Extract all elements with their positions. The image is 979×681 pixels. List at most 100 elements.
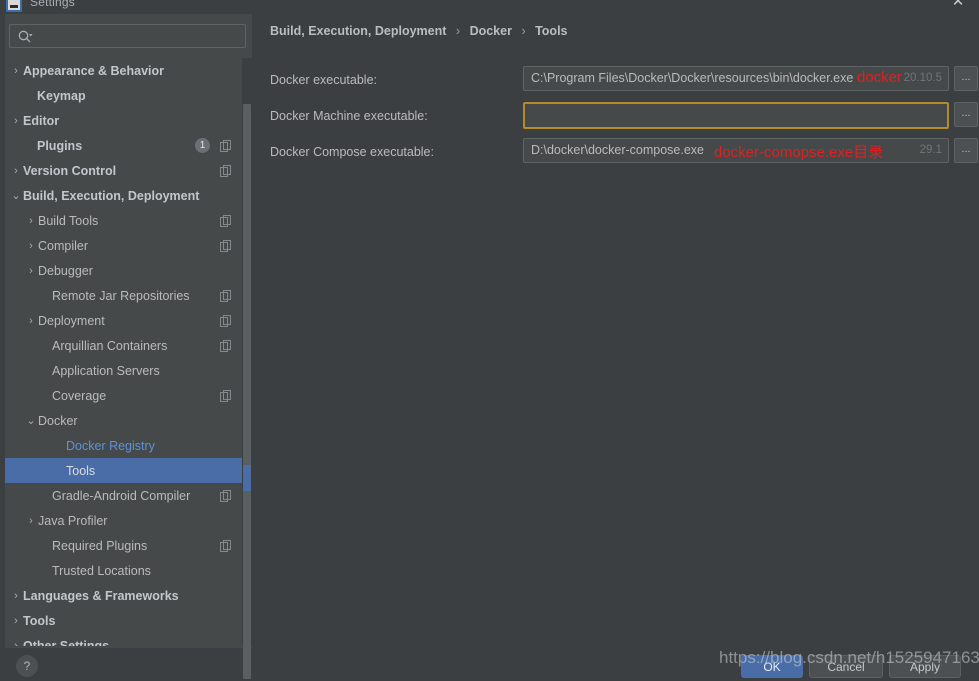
sidebar-item-coverage[interactable]: Coverage xyxy=(5,383,246,408)
sidebar-item-gradle-android-compiler[interactable]: Gradle-Android Compiler xyxy=(5,483,246,508)
copy-settings-icon[interactable] xyxy=(220,239,232,251)
sidebar-item-editor[interactable]: ›Editor xyxy=(5,108,246,133)
sidebar-item-docker-registry[interactable]: Docker Registry xyxy=(5,433,246,458)
chevron-right-icon[interactable]: › xyxy=(24,214,38,228)
copy-settings-icon[interactable] xyxy=(220,289,232,301)
sidebar-item-build-execution-deployment[interactable]: ⌄Build, Execution, Deployment xyxy=(5,183,246,208)
sidebar-item-plugins[interactable]: Plugins 1 xyxy=(5,133,246,158)
copy-settings-icon[interactable] xyxy=(220,539,232,551)
sidebar-item-debugger[interactable]: ›Debugger xyxy=(5,258,246,283)
sidebar-item-trusted-locations[interactable]: Trusted Locations xyxy=(5,558,246,583)
copy-settings-icon[interactable] xyxy=(220,139,232,151)
search-icon xyxy=(17,29,33,45)
chevron-right-icon[interactable]: › xyxy=(24,514,38,528)
copy-settings-icon[interactable] xyxy=(220,339,232,351)
sidebar-item-label: Tools xyxy=(66,464,95,478)
sidebar-item-keymap[interactable]: Keymap xyxy=(5,83,246,108)
copy-settings-icon[interactable] xyxy=(220,314,232,326)
browse-button[interactable]: ... xyxy=(954,138,978,163)
sidebar-item-build-tools[interactable]: ›Build Tools xyxy=(5,208,246,233)
sidebar-item-deployment[interactable]: ›Deployment xyxy=(5,308,246,333)
ok-button[interactable]: OK xyxy=(741,655,803,678)
settings-main-panel: Build, Execution, Deployment › Docker › … xyxy=(252,14,979,648)
sidebar-item-application-servers[interactable]: Application Servers xyxy=(5,358,246,383)
sidebar-item-label: Tools xyxy=(23,614,55,628)
chevron-right-icon[interactable]: › xyxy=(24,314,38,328)
chevron-right-icon[interactable]: › xyxy=(9,614,23,628)
copy-settings-icon[interactable] xyxy=(220,389,232,401)
sidebar-item-label: Trusted Locations xyxy=(52,564,151,578)
breadcrumb-part-1[interactable]: Build, Execution, Deployment xyxy=(270,24,446,38)
sidebar-scrollbar-track[interactable] xyxy=(242,58,252,646)
sidebar-item-java-profiler[interactable]: ›Java Profiler xyxy=(5,508,246,533)
copy-settings-icon[interactable] xyxy=(220,489,232,501)
sidebar-item-version-control[interactable]: ›Version Control xyxy=(5,158,246,183)
browse-button[interactable]: ... xyxy=(954,102,978,127)
chevron-down-icon[interactable]: ⌄ xyxy=(24,414,38,428)
settings-tree[interactable]: ›Appearance & BehaviorKeymap›EditorPlugi… xyxy=(5,58,252,646)
sidebar-item-label: Docker Registry xyxy=(66,439,155,453)
chevron-right-icon[interactable]: › xyxy=(9,639,23,647)
help-button[interactable]: ? xyxy=(16,655,38,677)
sidebar-item-label: Build Tools xyxy=(38,214,98,228)
chevron-right-icon[interactable]: › xyxy=(9,114,23,128)
chevron-right-icon[interactable]: › xyxy=(9,589,23,603)
breadcrumb: Build, Execution, Deployment › Docker › … xyxy=(270,24,568,38)
path-input-value: C:\Program Files\Docker\Docker\resources… xyxy=(531,71,853,85)
sidebar-item-label: Remote Jar Repositories xyxy=(52,289,190,303)
scrollbar-selection-marker xyxy=(243,465,251,491)
sidebar-item-other-settings[interactable]: ›Other Settings xyxy=(5,633,246,646)
chevron-right-icon[interactable]: › xyxy=(9,64,23,78)
sidebar-item-label: Editor xyxy=(23,114,59,128)
chevron-right-icon[interactable]: › xyxy=(24,239,38,253)
field-label: Docker Compose executable: xyxy=(270,145,434,159)
sidebar-item-required-plugins[interactable]: Required Plugins xyxy=(5,533,246,558)
breadcrumb-part-3[interactable]: Tools xyxy=(535,24,567,38)
chevron-right-icon-1: › xyxy=(450,24,466,38)
sidebar-item-docker[interactable]: ⌄Docker xyxy=(5,408,246,433)
field-label: Docker executable: xyxy=(270,73,377,87)
copy-settings-icon[interactable] xyxy=(220,164,232,176)
sidebar-scrollbar-thumb[interactable] xyxy=(243,104,251,679)
chevron-right-icon[interactable]: › xyxy=(24,264,38,278)
apply-button[interactable]: Apply xyxy=(889,655,961,678)
search-input[interactable] xyxy=(38,25,243,47)
browse-button[interactable]: ... xyxy=(954,66,978,91)
sidebar-item-label: Coverage xyxy=(52,389,106,403)
chevron-right-icon[interactable]: › xyxy=(9,164,23,178)
version-text: 20.10.5 xyxy=(904,72,942,84)
field-row: Docker Machine executable:... xyxy=(270,102,970,132)
sidebar-item-label: Debugger xyxy=(38,264,93,278)
sidebar-item-label: Other Settings xyxy=(23,639,109,647)
window-title: Settings xyxy=(30,0,75,9)
sidebar-item-languages-frameworks[interactable]: ›Languages & Frameworks xyxy=(5,583,246,608)
sidebar-item-label: Deployment xyxy=(38,314,105,328)
plugins-count-badge: 1 xyxy=(195,138,210,153)
breadcrumb-part-2[interactable]: Docker xyxy=(470,24,512,38)
sidebar-item-label: Required Plugins xyxy=(52,539,147,553)
sidebar-item-tools[interactable]: Tools xyxy=(5,458,250,483)
path-input-value: D:\docker\docker-compose.exe xyxy=(531,143,704,157)
path-input-2[interactable] xyxy=(523,102,949,129)
annotation-docker-compose: docker-comopse.exe目录 xyxy=(714,141,883,162)
sidebar-item-remote-jar-repositories[interactable]: Remote Jar Repositories xyxy=(5,283,246,308)
sidebar-item-label: Build, Execution, Deployment xyxy=(23,189,199,203)
sidebar-item-tools[interactable]: ›Tools xyxy=(5,608,246,633)
copy-settings-icon[interactable] xyxy=(220,214,232,226)
annotation-docker: docker xyxy=(857,69,902,86)
sidebar-item-label: Gradle-Android Compiler xyxy=(52,489,190,503)
sidebar-item-label: Appearance & Behavior xyxy=(23,64,164,78)
ide-settings-icon xyxy=(6,0,22,12)
sidebar-item-label: Languages & Frameworks xyxy=(23,589,179,603)
chevron-down-icon[interactable]: ⌄ xyxy=(9,189,23,203)
settings-dialog: Settings ✕ ›Appearance & BehaviorKeymap›… xyxy=(0,0,979,681)
sidebar-item-appearance-behavior[interactable]: ›Appearance & Behavior xyxy=(5,58,246,83)
chevron-right-icon-2: › xyxy=(515,24,531,38)
cancel-button[interactable]: Cancel xyxy=(809,655,883,678)
sidebar-item-label: Compiler xyxy=(38,239,88,253)
sidebar-item-compiler[interactable]: ›Compiler xyxy=(5,233,246,258)
sidebar-item-label: Plugins xyxy=(37,139,82,153)
search-field[interactable] xyxy=(9,24,246,48)
close-icon[interactable]: ✕ xyxy=(947,0,969,13)
sidebar-item-arquillian-containers[interactable]: Arquillian Containers xyxy=(5,333,246,358)
